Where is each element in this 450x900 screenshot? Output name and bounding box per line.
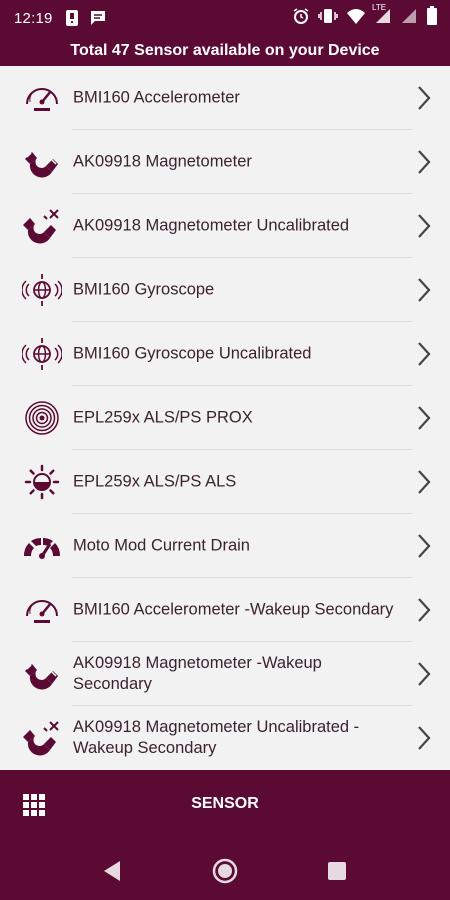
back-icon[interactable] (98, 856, 128, 886)
tab-sensor[interactable]: SENSOR (0, 795, 450, 813)
chevron-right-icon (418, 278, 431, 302)
list-item[interactable]: EPL259x ALS/PS PROX (0, 386, 450, 450)
list-item[interactable]: AK09918 Magnetometer (0, 130, 450, 194)
chevron-right-icon (418, 342, 431, 366)
sensor-name: EPL259x ALS/PS ALS (73, 472, 237, 491)
header-bar: Total 47 Sensor available on your Device (0, 36, 450, 66)
sensor-name: BMI160 Gyroscope (73, 280, 215, 299)
sensor-name: EPL259x ALS/PS PROX (73, 408, 253, 427)
chevron-right-icon (418, 534, 431, 558)
chevron-right-icon (418, 150, 431, 174)
chevron-right-icon (418, 214, 431, 238)
speedometer-icon (22, 78, 62, 118)
list-item[interactable]: BMI160 Gyroscope Uncalibrated (0, 322, 450, 386)
list-item[interactable]: BMI160 Accelerometer -Wakeup Secondary (0, 578, 450, 642)
sensor-name: AK09918 Magnetometer -Wakeup Secondary (73, 654, 322, 693)
bottom-bar: SENSOR (0, 770, 450, 842)
chevron-right-icon (418, 406, 431, 430)
gauge-icon (22, 526, 62, 566)
chevron-right-icon (418, 470, 431, 494)
sensor-name: BMI160 Gyroscope Uncalibrated (73, 344, 312, 363)
proximity-icon (22, 398, 62, 438)
signal-lte-icon: LTE (372, 3, 392, 25)
list-item[interactable]: EPL259x ALS/PS ALS (0, 450, 450, 514)
magnet-icon (22, 142, 62, 182)
status-right-icons: LTE (292, 3, 438, 26)
magnet-icon (22, 654, 62, 694)
gyroscope-icon (22, 334, 62, 374)
status-left-icons (65, 9, 107, 27)
light-sensor-icon (22, 462, 62, 502)
list-item[interactable]: AK09918 Magnetometer -Wakeup Secondary (0, 642, 450, 706)
chevron-right-icon (418, 726, 431, 750)
gyroscope-icon (22, 270, 62, 310)
list-item[interactable]: AK09918 Magnetometer Uncalibrated (0, 194, 450, 258)
system-nav-bar (0, 842, 450, 900)
sensor-name: BMI160 Accelerometer -Wakeup Secondary (73, 600, 394, 619)
magnet-uncalibrated-icon (22, 206, 62, 246)
wifi-icon (347, 9, 365, 24)
status-bar: 12:19 LTE (0, 0, 450, 36)
sensor-name: Moto Mod Current Drain (73, 536, 250, 555)
chevron-right-icon (418, 662, 431, 686)
chevron-right-icon (418, 86, 431, 110)
signal-icon (402, 9, 416, 23)
notification-icon (65, 10, 78, 26)
magnet-uncalibrated-icon (22, 718, 62, 758)
sensor-name: BMI160 Accelerometer (73, 88, 240, 107)
sensor-name: AK09918 Magnetometer Uncalibrated (73, 216, 350, 235)
network-label: LTE (372, 3, 387, 12)
list-item[interactable]: Moto Mod Current Drain (0, 514, 450, 578)
message-icon (90, 11, 105, 25)
page-title: Total 47 Sensor available on your Device (70, 42, 380, 59)
sensor-name: AK09918 Magnetometer Uncalibrated -Wakeu… (73, 718, 360, 757)
vibrate-icon (318, 9, 338, 23)
list-item[interactable]: AK09918 Magnetometer Uncalibrated -Wakeu… (0, 706, 450, 770)
recents-icon[interactable] (322, 856, 352, 886)
status-time: 12:19 (14, 9, 53, 27)
chevron-right-icon (418, 598, 431, 622)
speedometer-icon (22, 590, 62, 630)
sensor-name: AK09918 Magnetometer (73, 152, 252, 171)
alarm-icon (293, 8, 309, 24)
list-item[interactable]: BMI160 Gyroscope (0, 258, 450, 322)
battery-icon (427, 6, 437, 25)
sensor-list[interactable]: BMI160 Accelerometer AK09918 Magnetomete… (0, 66, 450, 770)
list-item[interactable]: BMI160 Accelerometer (0, 66, 450, 130)
home-icon[interactable] (210, 856, 240, 886)
